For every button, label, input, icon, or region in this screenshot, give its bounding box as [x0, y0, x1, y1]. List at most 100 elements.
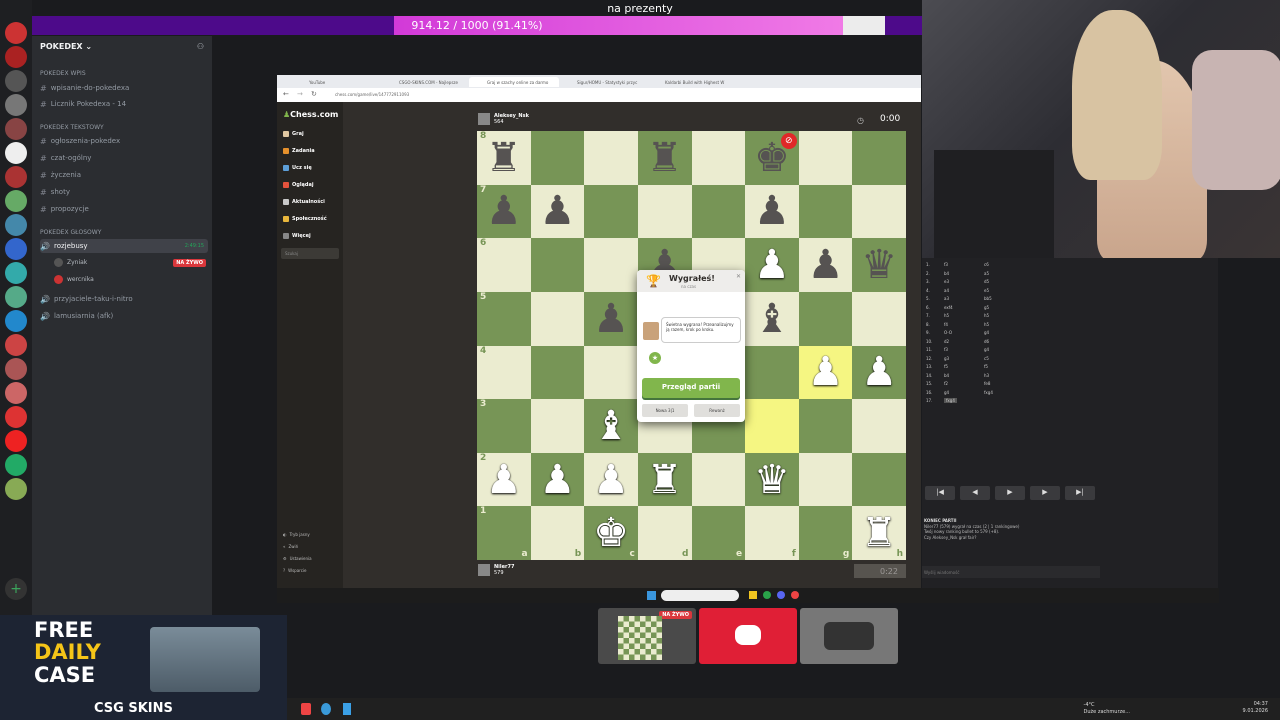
square-e7[interactable]: [691, 184, 746, 239]
browser-tab[interactable]: Sigur/HOMU - Statystyki przyc: [559, 77, 647, 87]
black-move[interactable]: g4: [984, 330, 989, 335]
category-header[interactable]: POKEDEX GŁOSOWY: [40, 229, 101, 236]
square-c2[interactable]: ♟: [584, 452, 638, 507]
white-piece-pawn-icon[interactable]: ♟: [808, 352, 844, 392]
white-move[interactable]: d2: [944, 339, 949, 344]
move-row[interactable]: 10. d2 d6: [922, 339, 1102, 348]
voice-user[interactable]: wercnika: [54, 275, 94, 284]
square-f2[interactable]: ♛: [745, 452, 799, 507]
black-move[interactable]: fe8: [984, 381, 990, 386]
square-b3[interactable]: [530, 399, 585, 453]
spotify-icon[interactable]: [763, 591, 771, 599]
square-h3[interactable]: [852, 399, 906, 453]
rematch-button[interactable]: Rewanż: [694, 404, 740, 417]
white-piece-pawn-icon[interactable]: ♟: [593, 460, 629, 500]
square-g4[interactable]: ♟: [798, 345, 853, 400]
square-h6[interactable]: ♛: [852, 238, 906, 292]
server-icon[interactable]: [5, 478, 27, 500]
move-row[interactable]: 13. f5 f5: [922, 364, 1102, 373]
browser-icon[interactable]: [791, 591, 799, 599]
game-review-button[interactable]: Przegląd partii: [642, 378, 740, 398]
voice-channel-item[interactable]: 🔊 rozjebusy 2:49:15: [40, 239, 208, 253]
black-piece-pawn-icon[interactable]: ♟: [808, 245, 844, 285]
nav-news[interactable]: Aktualności: [283, 199, 325, 205]
server-icon[interactable]: [5, 142, 27, 164]
play-button[interactable]: ▶: [995, 486, 1025, 500]
browser-tab[interactable]: YouTube: [291, 77, 381, 87]
server-icon[interactable]: [5, 238, 27, 260]
discord-icon[interactable]: [777, 591, 785, 599]
white-move[interactable]: f3: [944, 347, 948, 352]
move-row[interactable]: 8. f4 h5: [922, 322, 1102, 331]
square-h4[interactable]: ♟: [852, 345, 906, 400]
back-icon[interactable]: ←: [283, 90, 289, 98]
black-move[interactable]: g5: [984, 305, 989, 310]
prev-move-button[interactable]: ◀: [960, 486, 990, 500]
square-b4[interactable]: [530, 345, 585, 400]
move-row[interactable]: 17. fxg4: [922, 398, 1102, 407]
browser-tab-active[interactable]: Graj w szachy online za darmo: [469, 77, 559, 87]
square-c3[interactable]: ♝: [584, 399, 638, 453]
reload-icon[interactable]: ↻: [311, 90, 317, 98]
square-d1[interactable]: d: [637, 506, 692, 560]
move-row[interactable]: 1. f3 c6: [922, 262, 1102, 271]
white-move[interactable]: a4: [944, 288, 949, 293]
channel-item[interactable]: # ogłoszenia-pokedex: [40, 134, 208, 148]
category-header[interactable]: POKEDEX Wpis: [40, 70, 86, 77]
server-icon[interactable]: [5, 262, 27, 284]
white-move[interactable]: h5: [944, 313, 949, 318]
last-move-button[interactable]: ▶|: [1065, 486, 1095, 500]
black-move[interactable]: g4: [984, 347, 989, 352]
first-move-button[interactable]: |◀: [925, 486, 955, 500]
black-piece-pawn-icon[interactable]: ♟: [486, 191, 522, 231]
white-piece-pawn-icon[interactable]: ♟: [754, 245, 790, 285]
server-icon[interactable]: [5, 46, 27, 68]
black-move[interactable]: h5: [984, 313, 989, 318]
notepad-icon[interactable]: [343, 703, 351, 715]
square-g2[interactable]: [798, 452, 853, 507]
square-g6[interactable]: ♟: [798, 238, 853, 292]
square-a6[interactable]: 6: [477, 238, 531, 292]
square-g5[interactable]: [798, 291, 853, 346]
chat-input[interactable]: Wyślij wiadomość: [922, 566, 1100, 578]
square-b5[interactable]: [530, 291, 585, 346]
white-piece-pawn-icon[interactable]: ♟: [540, 460, 576, 500]
white-move[interactable]: f3: [944, 262, 948, 267]
square-g7[interactable]: [798, 184, 853, 239]
white-move[interactable]: exf4: [944, 305, 953, 310]
server-icon[interactable]: [5, 430, 27, 452]
nav-puzzles[interactable]: Zadania: [283, 148, 315, 154]
next-move-button[interactable]: ▶: [1030, 486, 1060, 500]
square-h5[interactable]: [852, 291, 906, 346]
white-move[interactable]: e3: [944, 279, 949, 284]
voice-channel-item[interactable]: 🔊 lamusiarnia (afk): [40, 309, 208, 323]
server-icon[interactable]: [5, 406, 27, 428]
move-row[interactable]: 6. exf4 g5: [922, 305, 1102, 314]
square-f1[interactable]: f: [745, 506, 799, 560]
square-b6[interactable]: [530, 238, 585, 292]
channel-item[interactable]: # propozycje: [40, 202, 208, 216]
black-piece-rook-icon[interactable]: ♜: [647, 138, 683, 178]
server-icon[interactable]: [5, 118, 27, 140]
black-piece-pawn-icon[interactable]: ♟: [593, 299, 629, 339]
square-h8[interactable]: [852, 131, 906, 185]
white-piece-bishop-icon[interactable]: ♝: [593, 406, 629, 446]
server-name[interactable]: POKEDEX ⌄: [40, 42, 92, 51]
add-server-icon[interactable]: +: [5, 578, 27, 600]
add-friend-icon[interactable]: ⚇: [197, 42, 204, 51]
edge-icon[interactable]: [321, 703, 331, 715]
chesscom-logo[interactable]: ♟Chess.com: [283, 110, 338, 119]
square-g1[interactable]: g: [798, 506, 853, 560]
square-c8[interactable]: [584, 131, 638, 185]
square-h2[interactable]: [852, 452, 906, 507]
square-h1[interactable]: h ♜: [852, 506, 906, 560]
square-a8[interactable]: 8 ♜: [477, 131, 531, 185]
nav-light-mode[interactable]: ◐ Tryb jasny: [283, 532, 310, 537]
square-c6[interactable]: [584, 238, 638, 292]
square-f4[interactable]: [745, 345, 799, 400]
server-icon[interactable]: [5, 22, 27, 44]
white-move[interactable]: b4: [944, 373, 949, 378]
square-a3[interactable]: 3: [477, 399, 531, 453]
brave-icon[interactable]: [301, 703, 311, 715]
black-move[interactable]: bb5: [984, 296, 992, 301]
